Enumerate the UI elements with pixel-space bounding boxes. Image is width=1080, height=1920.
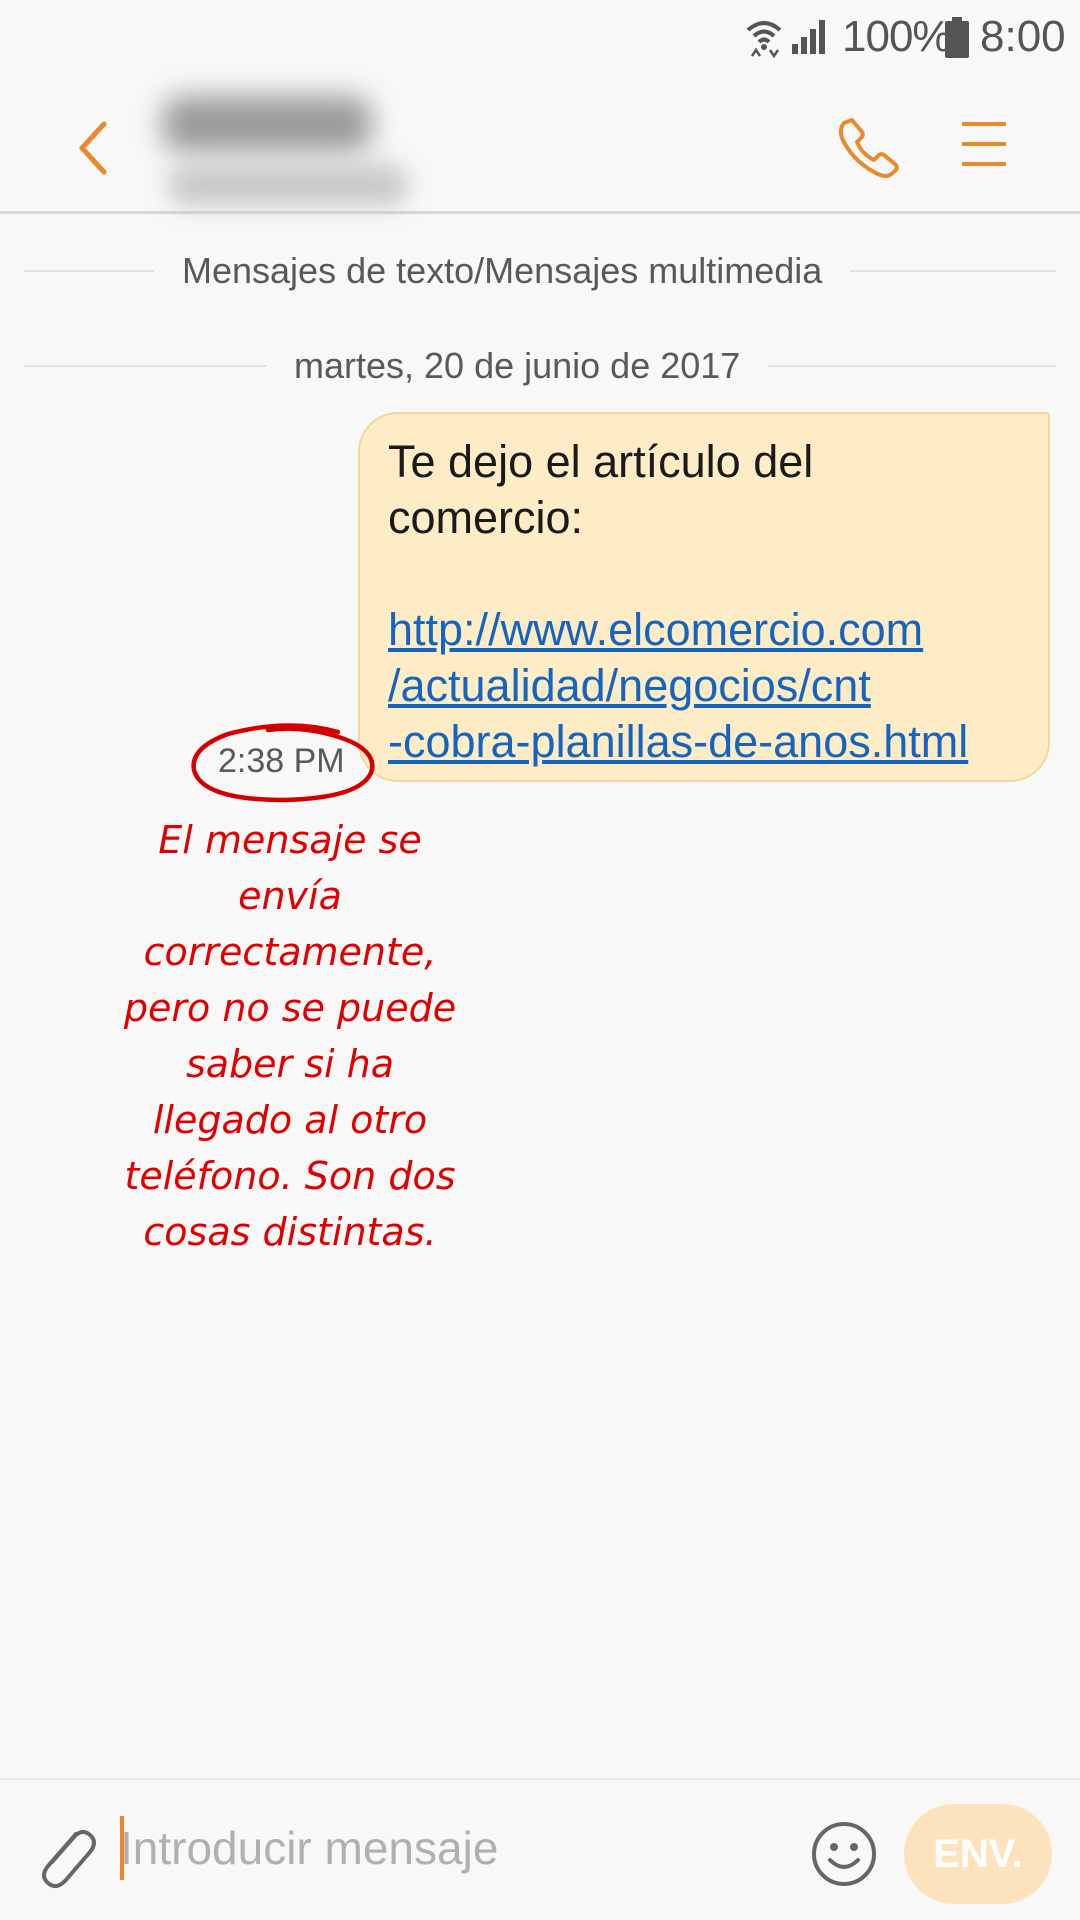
conversation-header [0, 78, 1080, 214]
divider-line [24, 365, 266, 367]
phone-icon[interactable] [838, 114, 900, 178]
message-type-divider: Mensajes de texto/Mensajes multimedia [24, 250, 1056, 292]
message-type-label: Mensajes de texto/Mensajes multimedia [182, 250, 823, 291]
wifi-icon [746, 21, 782, 58]
smiley-icon[interactable] [810, 1820, 878, 1888]
contact-name[interactable] [150, 84, 430, 212]
divider-line [24, 270, 154, 272]
message-input[interactable] [120, 1808, 800, 1888]
signal-icon [792, 20, 825, 54]
sent-message-bubble[interactable]: Te dejo el artículo del comercio: http:/… [358, 412, 1050, 782]
chevron-left-icon[interactable] [70, 118, 116, 178]
send-button[interactable]: ENV. [904, 1804, 1052, 1904]
message-link[interactable]: http://www.elcomercio.com /actualidad/ne… [388, 602, 1020, 770]
composer-bar: ENV. [0, 1778, 1080, 1920]
message-text: Te dejo el artículo del comercio: [388, 436, 814, 543]
status-bar: 100% 8:00 [0, 0, 1080, 78]
divider-line [768, 365, 1056, 367]
battery-icon [945, 17, 969, 58]
annotation-note: El mensaje se envía correctamente, pero … [123, 818, 457, 1254]
menu-icon[interactable] [960, 118, 1008, 170]
message-timestamp: 2:38 PM [218, 742, 345, 780]
date-divider: martes, 20 de junio de 2017 [24, 345, 1056, 387]
divider-line [850, 270, 1056, 272]
date-label: martes, 20 de junio de 2017 [294, 345, 741, 386]
paperclip-icon[interactable] [36, 1820, 98, 1892]
status-clock: 8:00 [980, 12, 1066, 61]
battery-percent: 100% [842, 12, 952, 61]
